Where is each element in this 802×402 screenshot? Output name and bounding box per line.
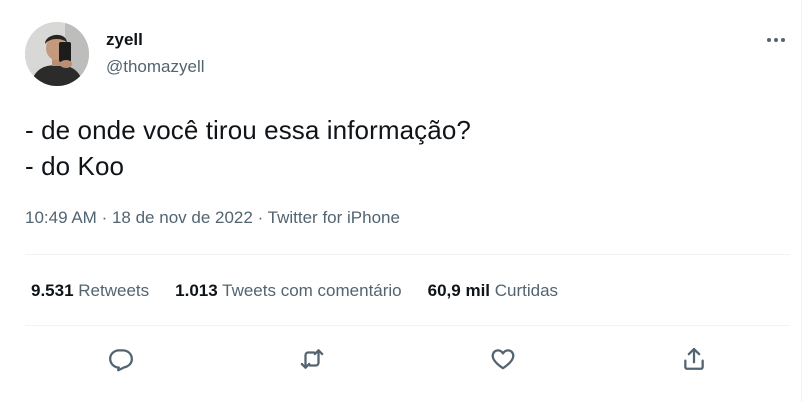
quotes-stat[interactable]: 1.013 Tweets com comentário: [175, 280, 401, 302]
retweets-count: 9.531: [31, 281, 74, 300]
tweet-time[interactable]: 10:49 AM: [25, 208, 97, 227]
reply-icon: [109, 349, 133, 372]
like-button[interactable]: [489, 345, 517, 373]
tweet-text: - de onde você tirou essa informação? - …: [25, 115, 471, 181]
tweet-stats: 9.531 Retweets 1.013 Tweets com comentár…: [31, 280, 558, 302]
user-name[interactable]: zyell: [106, 30, 143, 50]
retweet-button[interactable]: [298, 345, 326, 373]
reply-button[interactable]: [107, 345, 135, 373]
tweet-source[interactable]: Twitter for iPhone: [268, 208, 400, 227]
share-button[interactable]: [680, 345, 708, 373]
quotes-label: Tweets com comentário: [222, 281, 402, 300]
likes-stat[interactable]: 60,9 mil Curtidas: [428, 280, 558, 302]
meta-separator: ·: [257, 208, 264, 227]
tweet-meta: 10:49 AM · 18 de nov de 2022 · Twitter f…: [25, 207, 400, 229]
more-horizontal-icon: [767, 38, 785, 42]
quotes-count: 1.013: [175, 281, 218, 300]
share-icon: [684, 347, 704, 370]
avatar[interactable]: [25, 22, 89, 86]
likes-label: Curtidas: [494, 281, 559, 300]
divider: [25, 254, 790, 255]
avatar-photo: [25, 22, 89, 86]
meta-separator: ·: [101, 208, 108, 227]
more-options-button[interactable]: [760, 28, 792, 52]
tweet-card: zyell @thomazyell - de onde você tirou e…: [0, 0, 802, 402]
heart-icon: [491, 349, 515, 370]
retweet-icon: [300, 349, 324, 369]
likes-count: 60,9 mil: [427, 281, 491, 300]
retweets-stat[interactable]: 9.531 Retweets: [31, 280, 149, 302]
tweet-date[interactable]: 18 de nov de 2022: [112, 208, 253, 227]
divider: [25, 325, 790, 326]
retweets-label: Retweets: [78, 281, 150, 300]
user-handle[interactable]: @thomazyell: [106, 57, 205, 77]
